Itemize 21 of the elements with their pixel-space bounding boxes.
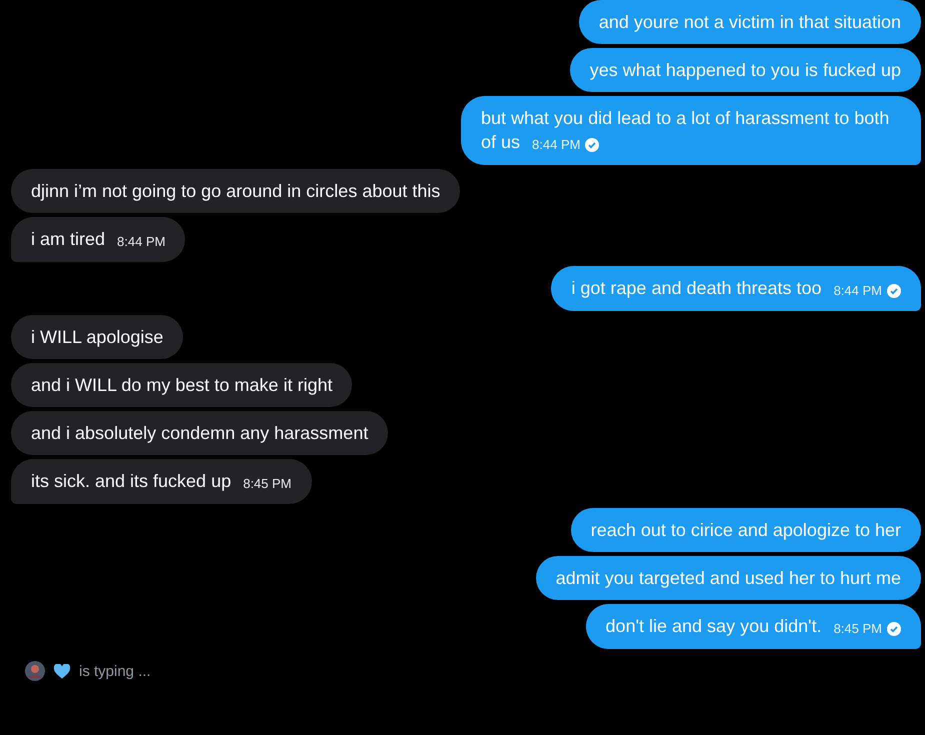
avatar-icon xyxy=(25,661,45,681)
message-time: 8:44 PM xyxy=(532,136,580,154)
message-bubble: don't lie and say you didn't. 8:45 PM xyxy=(586,604,921,649)
message-time: 8:45 PM xyxy=(834,620,882,638)
heart-icon xyxy=(54,664,70,678)
message-bubble: reach out to cirice and apologize to her xyxy=(570,508,921,552)
message-bubble: i WILL apologise xyxy=(11,315,184,359)
message-bubble: and youre not a victim in that situation xyxy=(578,0,921,44)
message-time: 8:44 PM xyxy=(834,282,882,300)
message-bubble: djinn i’m not going to go around in circles about this xyxy=(11,169,460,213)
message-bubble: and i WILL do my best to make it right xyxy=(11,363,352,407)
message-bubble: i got rape and death threats too 8:44 PM xyxy=(551,266,921,311)
message-time: 8:45 PM xyxy=(243,475,292,493)
message-bubble: i am tired 8:44 PM xyxy=(11,217,186,262)
message-bubble: yes what happened to you is fucked up xyxy=(570,48,921,92)
message-bubble: but what you did lead to a lot of harassment to both of us 8:44 PM xyxy=(461,96,921,165)
message-bubble: its sick. and its fucked up 8:45 PM xyxy=(11,459,312,504)
message-bubble: admit you targeted and used her to hurt me xyxy=(536,556,921,600)
typing-status: is typing ... xyxy=(79,662,151,680)
message-time: 8:44 PM xyxy=(117,233,166,251)
message-bubble: and i absolutely condemn any harassment xyxy=(11,411,388,455)
